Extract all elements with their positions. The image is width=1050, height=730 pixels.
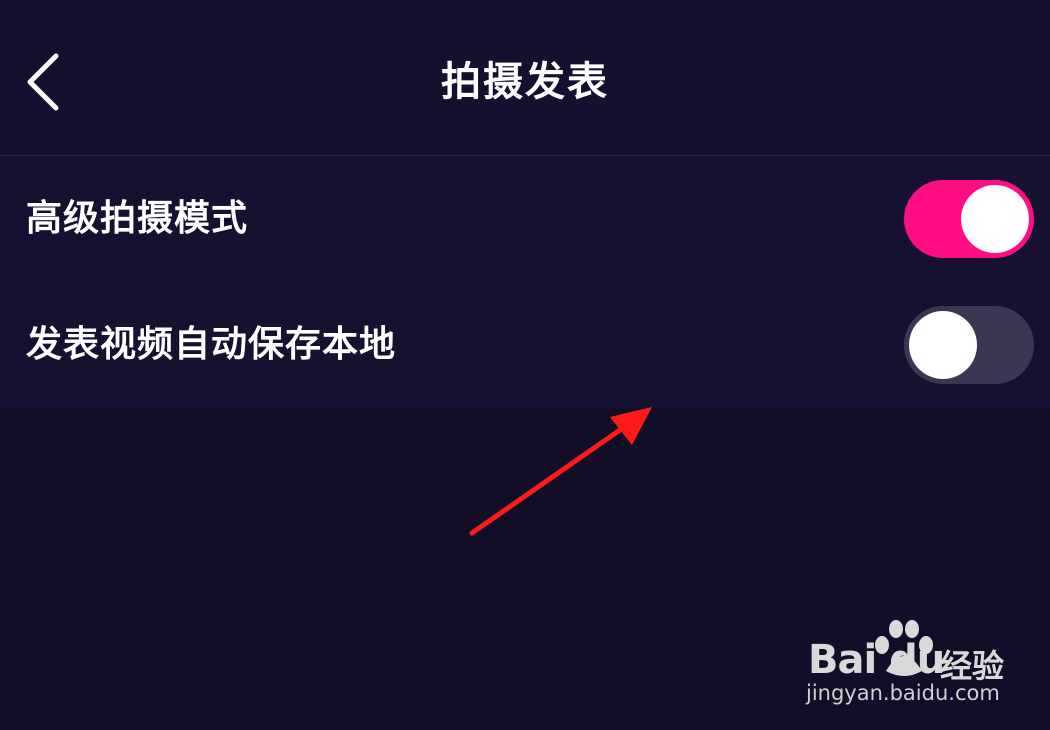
setting-label: 高级拍摄模式 <box>26 198 249 239</box>
toggle-knob <box>961 185 1029 253</box>
paw-icon <box>875 620 933 676</box>
settings-list: 高级拍摄模式 发表视频自动保存本地 <box>0 156 1050 408</box>
setting-row-advanced-mode: 高级拍摄模式 <box>0 156 1050 282</box>
setting-label: 发表视频自动保存本地 <box>26 324 397 365</box>
annotation-arrow-icon <box>469 407 652 536</box>
toggle-knob <box>909 311 977 379</box>
watermark-url: jingyan.baidu.com <box>806 681 1000 705</box>
auto-save-toggle[interactable] <box>904 306 1034 384</box>
setting-row-auto-save: 发表视频自动保存本地 <box>0 282 1050 408</box>
advanced-mode-toggle[interactable] <box>904 180 1034 258</box>
header-bar: 拍摄发表 <box>0 0 1050 156</box>
baidu-jingyan-watermark: Bai du 经验 jingyan.baidu.com <box>800 615 1040 715</box>
page-title: 拍摄发表 <box>441 59 609 105</box>
